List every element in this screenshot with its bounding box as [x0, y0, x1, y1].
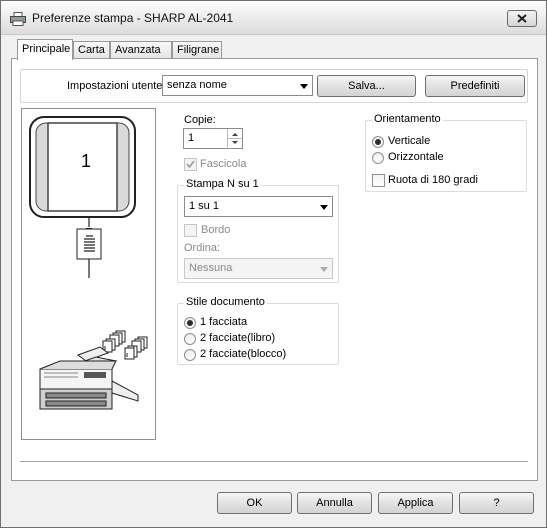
chevron-down-icon	[320, 205, 328, 210]
orientation-group: Orientamento Verticale Orizzontale Ruota…	[365, 113, 527, 192]
radio-verticale[interactable]	[372, 136, 384, 148]
title-bar[interactable]: Preferenze stampa - SHARP AL-2041	[1, 1, 546, 35]
tab-label: Carta	[78, 44, 105, 56]
copies-stepper[interactable]: 1	[183, 128, 243, 149]
apply-button-label: Applica	[397, 497, 434, 509]
defaults-button[interactable]: Predefiniti	[425, 75, 525, 97]
tab-carta[interactable]: Carta	[73, 41, 110, 59]
border-checkbox[interactable]	[184, 224, 197, 237]
ok-button-label: OK	[246, 497, 263, 509]
radio-2-facciate-libro[interactable]	[184, 333, 196, 345]
radio-2-facciate-libro-label: 2 facciate(libro)	[200, 332, 276, 344]
n-up-value: 1 su 1	[189, 200, 219, 212]
user-settings-value: senza nome	[167, 79, 227, 91]
apply-button[interactable]: Applica	[378, 492, 453, 514]
tab-filigrane[interactable]: Filigrane	[172, 41, 222, 59]
printer-device-icon	[39, 346, 139, 410]
ok-button[interactable]: OK	[217, 492, 292, 514]
collate-checkbox[interactable]	[184, 158, 197, 171]
document-style-group: Stile documento 1 facciata 2 facciate(li…	[177, 296, 339, 365]
cancel-button[interactable]: Annulla	[297, 492, 372, 514]
help-button[interactable]: ?	[459, 492, 534, 514]
save-button[interactable]: Salva...	[317, 75, 416, 97]
document-style-legend: Stile documento	[184, 296, 267, 308]
close-icon	[517, 14, 527, 23]
collate-label: Fascicola	[200, 158, 247, 170]
preview-page-number: 1	[81, 151, 92, 171]
n-up-select[interactable]: 1 su 1	[184, 196, 333, 217]
print-preferences-dialog: Preferenze stampa - SHARP AL-2041 Princi…	[0, 0, 547, 528]
rotate-180-checkbox[interactable]	[372, 174, 385, 187]
copies-label: Copie:	[184, 114, 216, 126]
tab-principale[interactable]: Principale	[17, 39, 73, 60]
radio-verticale-label: Verticale	[388, 135, 431, 147]
user-settings-label: Impostazioni utente:	[67, 80, 166, 92]
cancel-button-label: Annulla	[316, 497, 353, 509]
user-settings-group: Impostazioni utente: senza nome Salva...…	[20, 69, 528, 103]
n-up-legend: Stampa N su 1	[184, 178, 261, 190]
defaults-button-label: Predefiniti	[450, 80, 500, 92]
tab-panel-principale: Impostazioni utente: senza nome Salva...…	[11, 58, 538, 481]
radio-2-facciate-blocco-label: 2 facciate(blocco)	[200, 348, 287, 360]
radio-1-facciata-label: 1 facciata	[200, 316, 248, 328]
tab-label: Principale	[22, 43, 71, 55]
user-settings-select[interactable]: senza nome	[162, 75, 313, 96]
printer-icon	[10, 12, 26, 26]
chevron-down-icon	[300, 84, 308, 89]
save-button-label: Salva...	[348, 80, 385, 92]
n-up-group: Stampa N su 1 1 su 1 Bordo Ordina: Nessu…	[177, 178, 339, 283]
tab-label: Avanzata	[115, 44, 161, 56]
copies-value: 1	[188, 132, 195, 144]
order-value: Nessuna	[189, 262, 233, 274]
orientation-legend: Orientamento	[372, 113, 443, 125]
print-preview-pane: 1	[21, 108, 156, 440]
border-label: Bordo	[201, 224, 231, 236]
spin-arrows-icon	[228, 133, 242, 144]
radio-orizzontale-label: Orizzontale	[388, 151, 444, 163]
copies-spin-buttons[interactable]	[227, 129, 242, 149]
rotate-180-label: Ruota di 180 gradi	[388, 174, 478, 186]
radio-orizzontale[interactable]	[372, 152, 384, 164]
order-label: Ordina:	[184, 242, 221, 254]
checkmark-icon	[186, 160, 195, 169]
chevron-down-icon	[320, 267, 328, 272]
radio-1-facciata[interactable]	[184, 317, 196, 329]
radio-2-facciate-blocco[interactable]	[184, 349, 196, 361]
document-icon	[76, 228, 102, 260]
status-bar	[20, 461, 528, 478]
tab-avanzata[interactable]: Avanzata	[110, 41, 172, 59]
order-select[interactable]: Nessuna	[184, 258, 333, 279]
close-button[interactable]	[507, 10, 537, 27]
help-button-label: ?	[493, 497, 500, 509]
window-title: Preferenze stampa - SHARP AL-2041	[32, 11, 234, 25]
tab-label: Filigrane	[177, 44, 220, 56]
